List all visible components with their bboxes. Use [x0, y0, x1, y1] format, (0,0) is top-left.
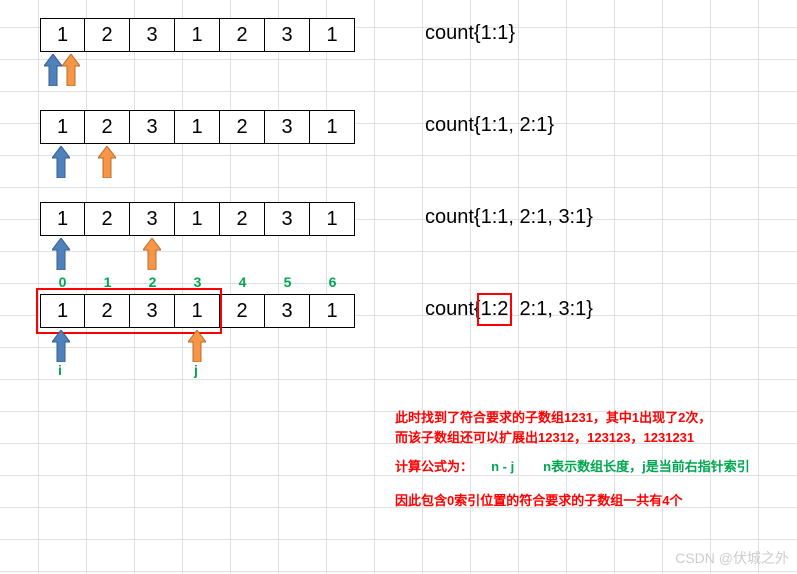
- cell: 1: [310, 18, 355, 52]
- cell: 1: [310, 294, 355, 328]
- step-row-3: 1 2 3 1 2 3 1 count{1:1, 2:1, 3:1}: [40, 202, 797, 236]
- formula-line: 计算公式为： n - j n表示数组长度，j是当前右指针索引: [395, 457, 750, 477]
- cell: 1: [175, 110, 220, 144]
- array-2: 1 2 3 1 2 3 1: [40, 110, 355, 144]
- ann-line1: 此时找到了符合要求的子数组1231，其中1出现了2次，: [395, 408, 750, 428]
- cell: 2: [220, 110, 265, 144]
- cell: 3: [130, 110, 175, 144]
- cell: 1: [40, 18, 85, 52]
- cell: 3: [265, 18, 310, 52]
- cell: 1: [310, 202, 355, 236]
- pointer-i-arrow: [52, 330, 72, 362]
- count-hl-text: 1:2: [481, 298, 509, 320]
- idx: 5: [265, 274, 310, 290]
- cell: 3: [130, 18, 175, 52]
- array-1: 1 2 3 1 2 3 1: [40, 18, 355, 52]
- cell: 2: [220, 294, 265, 328]
- pointer-i-arrow: [52, 238, 72, 270]
- pointer-j-arrow: [98, 146, 118, 178]
- count-label-1: count{1:1}: [425, 18, 515, 45]
- cell: 3: [130, 294, 175, 328]
- idx: 1: [85, 274, 130, 290]
- pointer-i-arrow: [44, 54, 64, 86]
- index-labels: 0 1 2 3 4 5 6: [40, 274, 355, 290]
- idx: 2: [130, 274, 175, 290]
- cell: 1: [175, 18, 220, 52]
- cell: 2: [220, 18, 265, 52]
- cell: 1: [40, 202, 85, 236]
- cell: 3: [130, 202, 175, 236]
- pointer-i-label: i: [58, 362, 62, 378]
- formula: n - j: [491, 459, 514, 474]
- idx: 3: [175, 274, 220, 290]
- count-highlight: 1:2: [481, 298, 509, 321]
- array-4: 0 1 2 3 4 5 6 1 2 3 1 2 3 1 i j: [40, 294, 355, 328]
- pointer-j-arrow: [188, 330, 208, 362]
- step-row-2: 1 2 3 1 2 3 1 count{1:1, 2:1}: [40, 110, 797, 144]
- cell: 3: [265, 294, 310, 328]
- pointer-j-arrow: [143, 238, 163, 270]
- cell: 1: [310, 110, 355, 144]
- count-label-3: count{1:1, 2:1, 3:1}: [425, 202, 593, 229]
- cell: 3: [265, 110, 310, 144]
- cell: 3: [265, 202, 310, 236]
- cell: 1: [40, 110, 85, 144]
- cell: 1: [175, 294, 220, 328]
- cell: 2: [85, 202, 130, 236]
- cell: 2: [220, 202, 265, 236]
- ann-line2: 而该子数组还可以扩展出12312，123123，1231231: [395, 428, 750, 448]
- pointer-j-arrow: [62, 54, 82, 86]
- idx: 0: [40, 274, 85, 290]
- count-label-2: count{1:1, 2:1}: [425, 110, 554, 137]
- pointer-j-label: j: [194, 362, 198, 378]
- cell: 2: [85, 110, 130, 144]
- formula-desc: n表示数组长度，j是当前右指针索引: [543, 459, 750, 474]
- count-label-4: count{ 1:2 , 2:1, 3:1}: [425, 294, 593, 321]
- cell: 2: [85, 18, 130, 52]
- cell: 2: [85, 294, 130, 328]
- conclusion: 因此包含0索引位置的符合要求的子数组一共有4个: [395, 491, 750, 511]
- step-row-4: 0 1 2 3 4 5 6 1 2 3 1 2 3 1 i j: [40, 294, 797, 328]
- pointer-i-arrow: [52, 146, 72, 178]
- cell: 1: [175, 202, 220, 236]
- idx: 6: [310, 274, 355, 290]
- idx: 4: [220, 274, 265, 290]
- count-post: , 2:1, 3:1}: [508, 298, 593, 321]
- cell: 1: [40, 294, 85, 328]
- step-row-1: 1 2 3 1 2 3 1 count{1:1}: [40, 18, 797, 52]
- annotations: 此时找到了符合要求的子数组1231，其中1出现了2次， 而该子数组还可以扩展出1…: [395, 408, 750, 510]
- formula-label: 计算公式为：: [395, 459, 473, 474]
- count-pre: count{: [425, 298, 481, 321]
- array-3: 1 2 3 1 2 3 1: [40, 202, 355, 236]
- watermark: CSDN @伏城之外: [675, 548, 789, 568]
